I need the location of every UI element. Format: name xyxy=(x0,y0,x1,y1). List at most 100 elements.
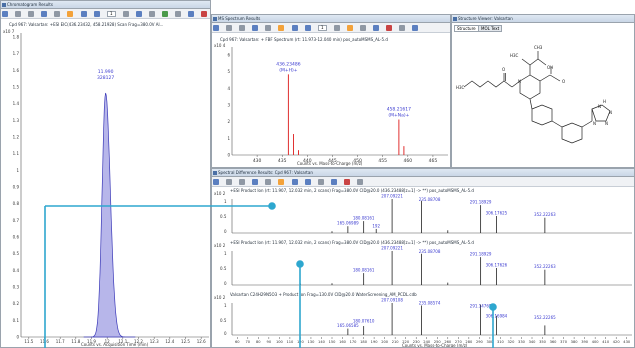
spectral-x-tick: 410 xyxy=(602,340,610,344)
spectral-window-icon xyxy=(213,171,217,175)
undo-icon[interactable] xyxy=(80,11,87,17)
spectral-peak-label: 306.16984 xyxy=(486,314,508,319)
chromatogram-y-tick: 1.2 xyxy=(13,135,20,140)
ms-pan-tool-icon[interactable] xyxy=(239,25,246,31)
ms-spectrum-window-icon xyxy=(213,17,217,21)
ms-page-input[interactable]: 1 xyxy=(317,25,327,31)
chromatogram-peak-rt-label: 11.990 xyxy=(98,69,114,75)
chromatogram-y-tick: 0.8 xyxy=(13,201,20,206)
ms-zoom-tool-icon[interactable] xyxy=(226,25,233,31)
structure-group-n-4: N xyxy=(605,121,608,126)
ms-label-icon[interactable] xyxy=(265,25,272,31)
chromatogram-y-tick: 1.7 xyxy=(13,51,20,56)
autoscale-icon[interactable] xyxy=(41,11,48,17)
spectral-x-tick: 70 xyxy=(246,340,251,344)
spectral-x-tick: 60 xyxy=(235,340,240,344)
tab-mol-text[interactable]: MOL Text xyxy=(478,25,503,32)
ms-peak-list-icon[interactable] xyxy=(346,25,353,31)
spectral-peak-label: 291.18929 xyxy=(470,252,492,257)
sd-autoscale-icon[interactable] xyxy=(252,179,259,185)
ms-peak2-ion-label: (M+Na)+ xyxy=(388,113,409,119)
pointer-tool-icon[interactable] xyxy=(2,11,8,17)
chromatogram-x-tick: 12.6 xyxy=(197,339,206,344)
sd-chart-type-icon[interactable] xyxy=(343,179,350,185)
overlay-icon[interactable] xyxy=(135,11,142,17)
ms-spectrum-x-axis-title: Counts vs. Mass-to-Charge (m/z) xyxy=(297,161,363,166)
ms-zoom-out-icon[interactable] xyxy=(412,25,419,31)
ms-undo-icon[interactable] xyxy=(291,25,298,31)
chromatogram-window-icon xyxy=(2,3,6,7)
sd-undo-icon[interactable] xyxy=(291,179,298,185)
spectral-x-tick: 430 xyxy=(623,340,631,344)
spectral-peak-label: 306.17625 xyxy=(486,211,508,216)
chromatogram-y-tick: 0.1 xyxy=(13,318,20,323)
spectral-x-tick: 100 xyxy=(276,340,284,344)
chromatogram-y-tick: 0.9 xyxy=(13,185,20,190)
list-view-icon[interactable] xyxy=(149,11,156,17)
spectral-x-tick: 150 xyxy=(329,340,337,344)
spectral-peak-label: 235.08708 xyxy=(419,197,441,202)
chromatogram-x-tick: 11.5 xyxy=(24,339,33,344)
chart-type-icon[interactable] xyxy=(201,11,208,17)
sd-table-icon[interactable] xyxy=(317,179,324,185)
structure-group-ch3: CH3 xyxy=(534,45,543,50)
integrate-icon[interactable] xyxy=(54,11,61,17)
ms-page-spinner-icon[interactable] xyxy=(333,25,340,31)
spectral-peak-label: 235.08708 xyxy=(419,249,441,254)
spectral-x-tick: 110 xyxy=(286,340,294,344)
ms-copy-icon[interactable] xyxy=(373,25,380,31)
ms-x-tick: 430 xyxy=(253,158,262,164)
ms-spectrum-toolbar: 1 xyxy=(212,23,450,33)
structure-group-h3c-2: H3C xyxy=(510,53,519,58)
redo-icon[interactable] xyxy=(93,11,100,17)
spectral-trace-1: +ESI Product Ion (rt: 11.907, 12.032 min… xyxy=(212,187,634,239)
spectral-x-tick: 350 xyxy=(539,340,547,344)
ms-y-tick: 1 xyxy=(227,136,230,141)
ms-chart-type-icon[interactable] xyxy=(386,25,393,31)
chromatogram-peak-area-label: 328127 xyxy=(97,75,114,81)
copy-icon[interactable] xyxy=(188,11,195,17)
highlight-tool-icon[interactable] xyxy=(67,11,74,17)
chromatogram-page-spinner-icon[interactable] xyxy=(122,11,129,17)
spectral-trace-2: +ESI Product Ion (rt: 11.907, 12.032 min… xyxy=(212,239,634,291)
chromatogram-y-tick: 1.1 xyxy=(13,151,20,156)
chromatogram-toolbar: 1 xyxy=(1,9,210,19)
chromatogram-y-tick: 0.5 xyxy=(13,251,20,256)
ms-highlight-icon[interactable] xyxy=(278,25,285,31)
spectral-x-tick: 90 xyxy=(267,340,272,344)
grid-toggle-icon[interactable] xyxy=(175,11,182,17)
ms-pointer-tool-icon[interactable] xyxy=(213,25,219,31)
sd-zoom-tool-icon[interactable] xyxy=(226,179,233,185)
zoom-tool-icon[interactable] xyxy=(15,11,22,17)
spectral-peak-label: 291.18929 xyxy=(470,200,492,205)
ms-spectrum-titlebar: MS Spectrum Results xyxy=(212,15,450,23)
pan-tool-icon[interactable] xyxy=(28,11,35,17)
ms-table-icon[interactable] xyxy=(360,25,367,31)
sd-pan-tool-icon[interactable] xyxy=(239,179,246,185)
chromatogram-x-axis-title: Counts vs. Acquisition Time (min) xyxy=(81,342,149,347)
ms-redo-icon[interactable] xyxy=(304,25,311,31)
structure-group-o-2: O xyxy=(562,79,565,84)
sd-redo-icon[interactable] xyxy=(304,179,311,185)
spectral-x-tick: 190 xyxy=(371,340,379,344)
sd-label-icon[interactable] xyxy=(265,179,272,185)
spectral-x-tick: 300 xyxy=(486,340,494,344)
sd-options-icon[interactable] xyxy=(357,179,364,185)
spectral-x-tick: 390 xyxy=(581,340,589,344)
chromatogram-y-tick: 1 xyxy=(16,168,19,173)
spectral-peak-label: 352.22265 xyxy=(534,315,556,320)
ms-options-icon[interactable] xyxy=(399,25,406,31)
ms-peak1-mz-label: 436.23486 xyxy=(276,61,300,67)
ms-y-tick: 4 xyxy=(227,86,230,91)
sd-pointer-tool-icon[interactable] xyxy=(213,179,219,185)
spectral-peak-label: 165.06989 xyxy=(337,221,359,226)
chromatogram-titlebar: Chromatogram Results xyxy=(1,1,210,9)
spectral-peak-label: 180.08161 xyxy=(353,268,375,273)
ms-autoscale-icon[interactable] xyxy=(252,25,259,31)
peak-label-icon[interactable] xyxy=(162,11,169,17)
chromatogram-y-tick: 0.4 xyxy=(13,268,20,273)
tab-structure[interactable]: Structure xyxy=(454,25,479,32)
sd-copy-icon[interactable] xyxy=(330,179,337,185)
sd-highlight-icon[interactable] xyxy=(278,179,285,185)
chromatogram-page-input[interactable]: 1 xyxy=(106,11,116,17)
